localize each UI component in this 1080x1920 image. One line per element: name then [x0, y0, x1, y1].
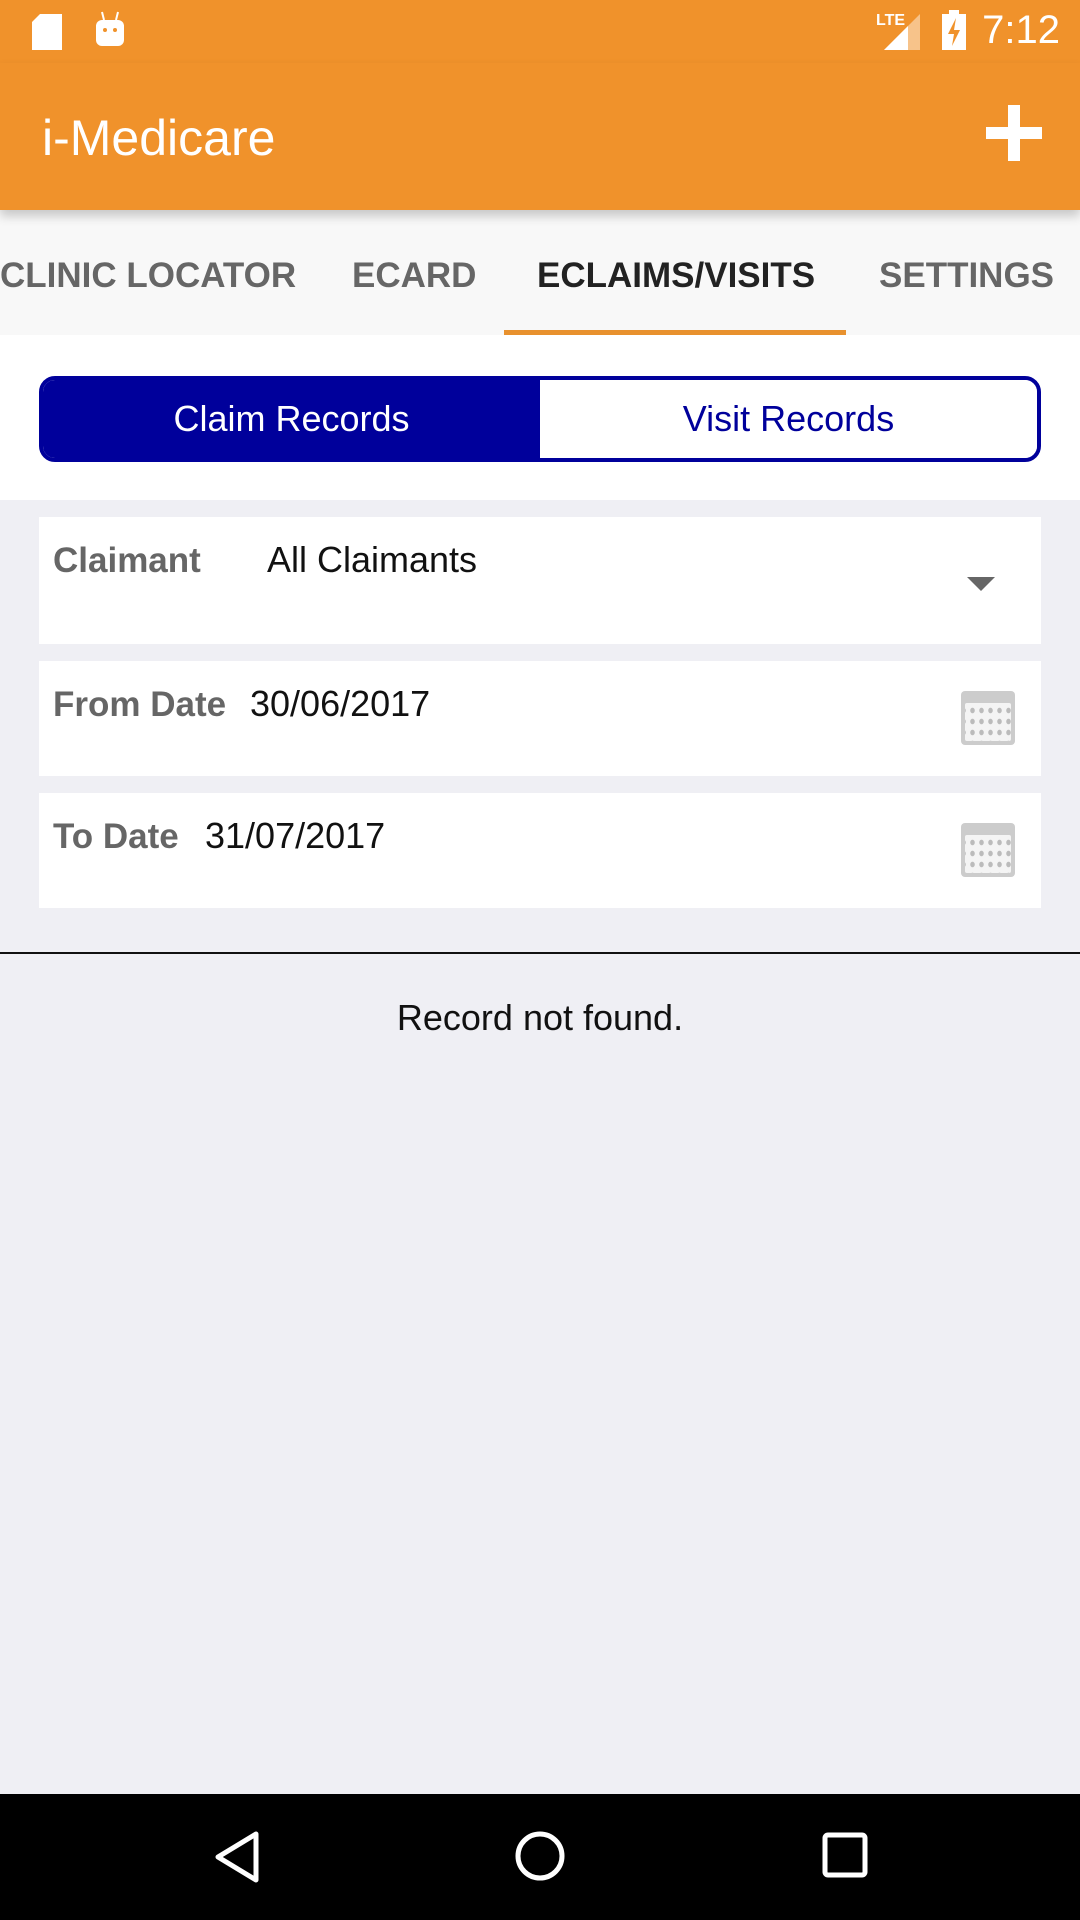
status-bar: LTE 7:12: [0, 0, 1080, 63]
claimant-label: Claimant: [53, 541, 201, 580]
tab-ecard[interactable]: ECARD: [352, 256, 476, 296]
android-icon: [96, 11, 124, 46]
calendar-icon[interactable]: [961, 691, 1015, 745]
from-date-field[interactable]: From Date 30/06/2017: [39, 661, 1041, 776]
back-icon[interactable]: [212, 1830, 260, 1884]
app-title: i-Medicare: [42, 110, 276, 166]
empty-message: Record not found.: [396, 997, 684, 1038]
tab-clinic-locator[interactable]: CLINIC LOCATOR: [0, 256, 296, 296]
to-date-label: To Date: [53, 817, 179, 856]
divider: [0, 952, 1080, 954]
records-segment-area: Claim Records Visit Records: [0, 335, 1080, 500]
tab-settings[interactable]: SETTINGS: [879, 256, 1054, 296]
from-date-value: 30/06/2017: [250, 683, 431, 724]
clock: 7:12: [982, 8, 1060, 52]
records-segmented-control: Claim Records Visit Records: [39, 376, 1041, 462]
claim-records-button[interactable]: Claim Records: [43, 380, 540, 458]
add-button[interactable]: [986, 105, 1042, 161]
claimant-dropdown[interactable]: Claimant All Claimants: [39, 517, 1041, 644]
battery-charging-icon: [942, 10, 966, 50]
to-date-field[interactable]: To Date 31/07/2017: [39, 793, 1041, 908]
navigation-bar: [0, 1794, 1080, 1920]
from-date-label: From Date: [53, 685, 227, 724]
recents-icon[interactable]: [822, 1832, 868, 1878]
chevron-down-icon: [967, 577, 995, 591]
sd-card-icon: [32, 14, 62, 50]
tab-eclaims-visits[interactable]: ECLAIMS/VISITS: [537, 256, 815, 296]
home-icon[interactable]: [514, 1830, 566, 1882]
app-bar: i-Medicare: [0, 63, 1080, 210]
visit-records-button[interactable]: Visit Records: [540, 380, 1037, 458]
to-date-value: 31/07/2017: [205, 815, 386, 856]
tab-bar: CLINIC LOCATOR ECARD ECLAIMS/VISITS SETT…: [0, 210, 1080, 335]
calendar-icon[interactable]: [961, 823, 1015, 877]
signal-icon: [884, 14, 920, 50]
claimant-value: All Claimants: [267, 539, 478, 580]
